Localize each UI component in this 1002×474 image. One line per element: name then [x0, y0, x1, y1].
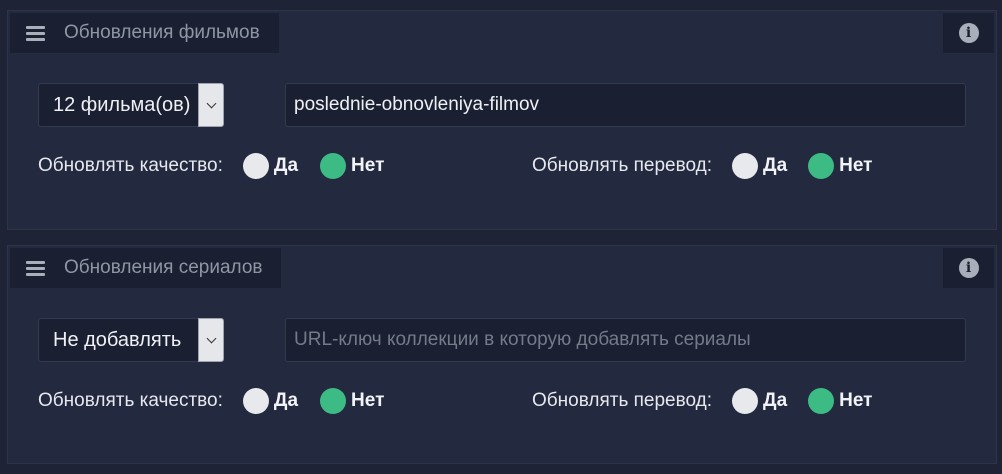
series-add-select[interactable]: Не добавлять: [38, 318, 224, 362]
update-translation-label: Обновлять перевод:: [532, 155, 713, 176]
panel-series-updates: Обновления сериалов i Не добавлять URL-к…: [7, 245, 997, 464]
hamburger-menu-icon[interactable]: [26, 25, 46, 41]
info-circle-icon: i: [958, 23, 979, 43]
panel-header[interactable]: Обновления фильмов: [10, 13, 279, 53]
translation-yes-label[interactable]: Да: [763, 155, 787, 177]
translation-yes-radio[interactable]: [732, 153, 759, 179]
collection-url-input[interactable]: poslednie-obnovleniya-filmov: [285, 83, 966, 127]
update-translation-label: Обновлять перевод:: [532, 390, 713, 411]
panel-title: Обновления сериалов: [64, 257, 263, 278]
update-quality-option: Обновлять качество: Да Нет: [38, 153, 384, 179]
update-quality-label: Обновлять качество:: [38, 390, 223, 411]
chevron-down-icon[interactable]: [198, 318, 224, 362]
translation-yes-label[interactable]: Да: [763, 390, 787, 412]
panel-movie-updates: Обновления фильмов i 12 фильма(ов) posle…: [7, 10, 997, 230]
chevron-down-icon[interactable]: [198, 83, 224, 127]
update-quality-label: Обновлять качество:: [38, 155, 223, 176]
quality-no-label[interactable]: Нет: [351, 155, 384, 177]
quality-yes-label[interactable]: Да: [274, 155, 298, 177]
panel-title: Обновления фильмов: [64, 22, 260, 43]
update-quality-option: Обновлять качество: Да Нет: [38, 388, 384, 414]
info-button[interactable]: i: [943, 248, 994, 288]
quality-yes-label[interactable]: Да: [274, 390, 298, 412]
update-translation-option: Обновлять перевод: Да Нет: [532, 153, 872, 179]
update-translation-option: Обновлять перевод: Да Нет: [532, 388, 872, 414]
info-button[interactable]: i: [943, 13, 994, 53]
quality-no-radio[interactable]: [320, 388, 347, 414]
translation-no-label[interactable]: Нет: [839, 390, 872, 412]
translation-no-label[interactable]: Нет: [839, 155, 872, 177]
translation-no-radio[interactable]: [808, 153, 835, 179]
collection-url-input[interactable]: URL-ключ коллекции в которую добавлять с…: [285, 318, 966, 362]
quality-yes-radio[interactable]: [242, 153, 269, 179]
hamburger-menu-icon[interactable]: [26, 260, 46, 276]
select-value: 12 фильма(ов): [53, 94, 191, 116]
quality-no-radio[interactable]: [320, 153, 347, 179]
translation-no-radio[interactable]: [808, 388, 835, 414]
quality-yes-radio[interactable]: [242, 388, 269, 414]
info-circle-icon: i: [958, 258, 979, 278]
translation-yes-radio[interactable]: [732, 388, 759, 414]
quality-no-label[interactable]: Нет: [351, 390, 384, 412]
movie-count-select[interactable]: 12 фильма(ов): [38, 83, 224, 127]
select-value: Не добавлять: [53, 329, 182, 351]
panel-header[interactable]: Обновления сериалов: [10, 248, 281, 288]
